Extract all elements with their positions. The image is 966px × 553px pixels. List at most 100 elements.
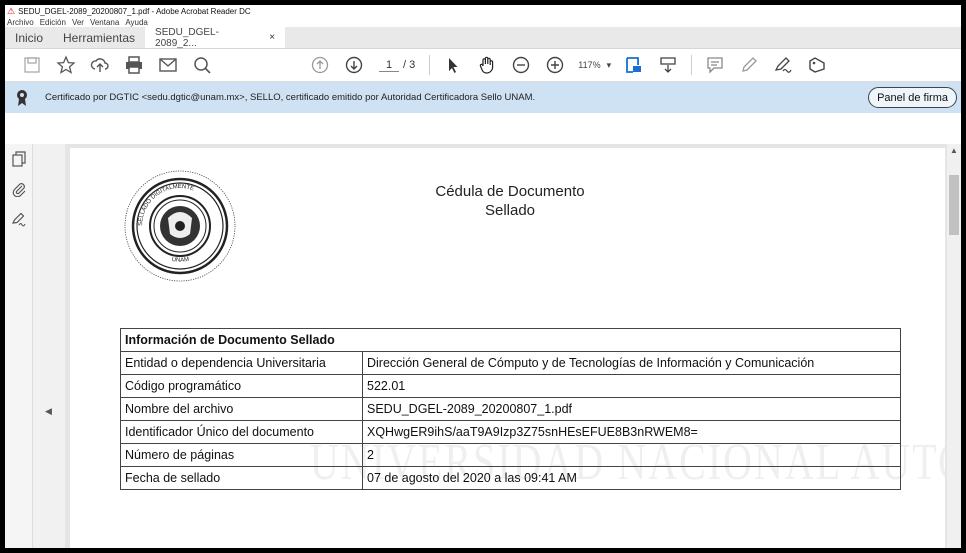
unam-seal-logo: SELLADO DIGITALMENTE UNAM [124,170,236,282]
page-fit-icon [626,57,642,73]
signature-panel-button[interactable]: Panel de firma [868,87,957,108]
scroll-mode-button[interactable] [651,52,685,78]
minus-circle-icon [513,56,530,74]
document-title-line1: Cédula de Documento [435,183,585,200]
row-value: XQHwgER9ihS/aaT9A9Izp3Z75snHEsEFUE8B3nRW… [362,420,901,444]
upload-button[interactable] [83,52,117,78]
left-navigation-rail [5,144,33,548]
previous-page-button[interactable] [303,52,337,78]
menu-bar: Archivo Edición Ver Ventana Ayuda [5,17,961,27]
menu-edicion[interactable]: Edición [40,18,66,27]
pages-icon [12,151,26,167]
keyboard-scroll-icon [660,57,676,73]
toolbar-divider [429,55,431,75]
document-title-line2: Sellado [484,202,536,219]
print-button[interactable] [117,52,151,78]
table-row: Código programático 522.01 [120,374,901,398]
acrobat-app-icon: ⚠ [7,5,16,16]
row-value: 2 [362,443,901,467]
title-bar: ⚠ SEDU_DGEL-2089_20200807_1.pdf - Adobe … [5,5,961,17]
arrow-up-circle-icon [311,56,329,74]
row-label: Identificador Único del documento [120,420,363,444]
next-page-button[interactable] [337,52,371,78]
certificate-bar: Certificado por DGTIC <sedu.dgtic@unam.m… [5,82,961,113]
menu-ayuda[interactable]: Ayuda [125,18,148,27]
tab-herramientas-label: Herramientas [63,30,136,45]
highlight-button[interactable] [732,52,766,78]
printer-icon [126,56,142,74]
document-info-table: Información de Documento Sellado Entidad… [120,328,901,490]
tab-inicio-label: Inicio [15,30,44,45]
row-value: Dirección General de Cómputo y de Tecnol… [362,351,901,375]
comment-icon [707,57,723,74]
search-button[interactable] [185,52,219,78]
vertical-scrollbar[interactable]: ▲ [947,144,961,548]
tab-bar: Inicio Herramientas SEDU_DGEL-2089_2... … [5,27,961,49]
stamp-button[interactable] [800,52,834,78]
star-icon [56,55,76,74]
attachments-button[interactable] [5,174,33,204]
hand-tool-button[interactable] [470,52,504,78]
envelope-icon [159,58,177,72]
arrow-down-circle-icon [345,56,363,74]
close-tab-icon[interactable]: × [269,32,275,43]
signature-pen-icon [11,212,26,227]
page-number-input[interactable]: 1 [379,59,399,72]
row-value: 522.01 [362,374,901,398]
email-button[interactable] [151,52,185,78]
row-label: Número de páginas [120,443,363,467]
paperclip-icon [12,183,26,197]
toolbar-divider [691,55,693,75]
menu-ver[interactable]: Ver [72,18,84,27]
page-navigator: 1 / 3 [379,59,415,72]
table-row: Entidad o dependencia Universitaria Dire… [120,351,901,375]
acrobat-window: ⚠ SEDU_DGEL-2089_20200807_1.pdf - Adobe … [5,5,961,548]
tag-share-icon [809,57,825,73]
menu-archivo[interactable]: Archivo [7,18,34,27]
row-label: Código programático [120,374,363,398]
table-header-row: Información de Documento Sellado [120,328,901,352]
table-row: Nombre del archivo SEDU_DGEL-2089_202008… [120,397,901,421]
zoom-select[interactable]: 117% ▾ [578,60,611,71]
certificate-message: Certificado por DGTIC <sedu.dgtic@unam.m… [45,92,536,103]
scrollbar-thumb[interactable] [949,175,959,235]
document-title: Cédula de Documento Sellado [370,182,650,220]
cloud-upload-icon [90,58,109,72]
table-row: Número de páginas 2 [120,443,901,467]
pdf-page: SELLADO DIGITALMENTE UNAM Cédula de Docu… [70,148,945,548]
tab-inicio[interactable]: Inicio [5,27,53,48]
page-fit-button[interactable] [617,52,651,78]
scroll-up-icon[interactable]: ▲ [950,146,958,155]
zoom-value: 117% [578,60,601,70]
zoom-in-button[interactable] [538,52,572,78]
row-value: 07 de agosto del 2020 a las 09:41 AM [362,466,901,490]
save-icon [24,57,40,73]
menu-ventana[interactable]: Ventana [90,18,119,27]
page-total: / 3 [403,59,416,71]
row-label: Fecha de sellado [120,466,363,490]
sign-button[interactable] [766,52,800,78]
window-title: SEDU_DGEL-2089_20200807_1.pdf - Adobe Ac… [18,6,251,16]
tab-herramientas[interactable]: Herramientas [53,27,145,48]
tab-document-label: SEDU_DGEL-2089_2... [155,26,219,49]
collapse-arrow-icon[interactable]: ◀ [45,406,52,417]
row-value: SEDU_DGEL-2089_20200807_1.pdf [362,397,901,421]
table-header: Información de Documento Sellado [120,328,901,352]
select-tool-button[interactable] [436,52,470,78]
plus-circle-icon [547,56,564,74]
page-thumbnails-button[interactable] [5,144,33,174]
comment-button[interactable] [698,52,732,78]
tab-document[interactable]: SEDU_DGEL-2089_2... × [145,26,286,49]
cursor-arrow-icon [449,58,458,73]
search-icon [194,57,211,74]
chevron-down-icon: ▾ [606,59,612,70]
table-row: Fecha de sellado 07 de agosto del 2020 a… [120,466,901,490]
zoom-out-button[interactable] [504,52,538,78]
certificate-ribbon-icon [17,89,27,106]
row-label: Nombre del archivo [120,397,363,421]
signatures-button[interactable] [5,204,33,234]
bookmark-button[interactable] [49,52,83,78]
hand-icon [480,56,494,74]
save-button[interactable] [15,52,49,78]
pen-icon [742,57,758,72]
